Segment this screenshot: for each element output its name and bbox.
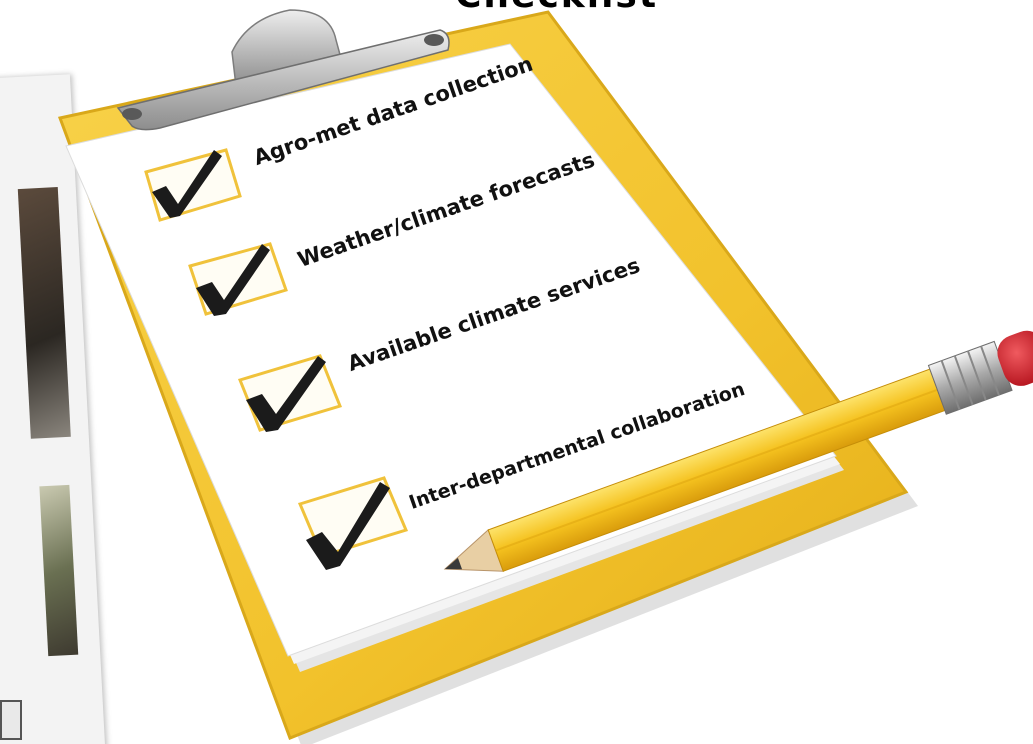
clipboard-illustration — [0, 0, 1033, 744]
clipboard-graphic — [57, 9, 1033, 744]
slide-canvas: Checklist — [0, 0, 1033, 744]
